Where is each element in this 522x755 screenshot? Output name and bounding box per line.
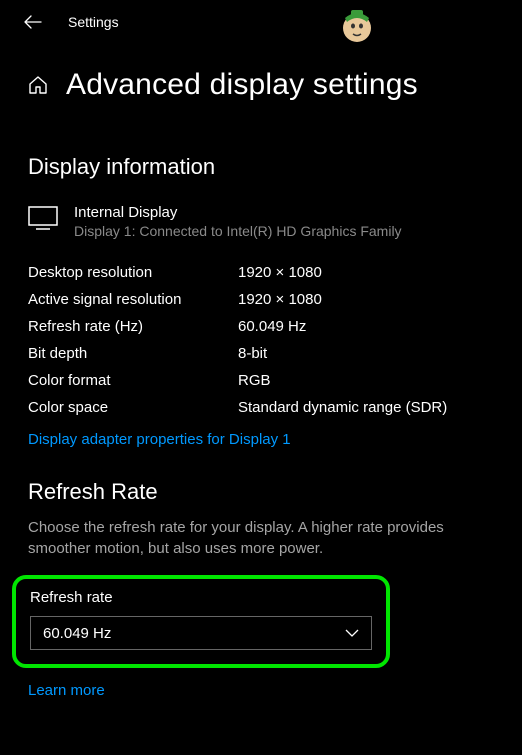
chevron-down-icon [345, 629, 359, 637]
prop-value: 1920 × 1080 [238, 264, 322, 281]
table-row: Color format RGB [28, 367, 498, 394]
prop-value: Standard dynamic range (SDR) [238, 399, 447, 416]
prop-label: Color format [28, 372, 238, 389]
prop-label: Bit depth [28, 345, 238, 362]
prop-label: Desktop resolution [28, 264, 238, 281]
back-button[interactable] [24, 15, 42, 29]
prop-label: Refresh rate (Hz) [28, 318, 238, 335]
refresh-rate-heading: Refresh Rate [28, 479, 498, 505]
refresh-rate-label: Refresh rate [30, 589, 372, 606]
table-row: Active signal resolution 1920 × 1080 [28, 286, 498, 313]
page-title: Advanced display settings [66, 68, 418, 102]
prop-label: Color space [28, 399, 238, 416]
refresh-description: Choose the refresh rate for your display… [28, 517, 498, 559]
table-row: Color space Standard dynamic range (SDR) [28, 394, 498, 421]
header-title: Settings [68, 14, 119, 30]
prop-value: 1920 × 1080 [238, 291, 322, 308]
display-name: Internal Display [74, 204, 402, 221]
display-sub: Display 1: Connected to Intel(R) HD Grap… [74, 223, 402, 239]
table-row: Refresh rate (Hz) 60.049 Hz [28, 313, 498, 340]
adapter-properties-link[interactable]: Display adapter properties for Display 1 [28, 431, 291, 448]
property-table: Desktop resolution 1920 × 1080 Active si… [28, 259, 498, 421]
prop-value: 60.049 Hz [238, 318, 306, 335]
arrow-left-icon [24, 15, 42, 29]
table-row: Desktop resolution 1920 × 1080 [28, 259, 498, 286]
prop-value: RGB [238, 372, 271, 389]
refresh-rate-dropdown[interactable]: 60.049 Hz [30, 616, 372, 650]
highlight-annotation: Refresh rate 60.049 Hz [12, 575, 390, 668]
table-row: Bit depth 8-bit [28, 340, 498, 367]
dropdown-value: 60.049 Hz [43, 625, 111, 642]
monitor-icon [28, 206, 58, 235]
home-icon[interactable] [28, 75, 48, 95]
prop-label: Active signal resolution [28, 291, 238, 308]
prop-value: 8-bit [238, 345, 267, 362]
avatar [335, 4, 379, 48]
display-info-heading: Display information [28, 154, 498, 180]
learn-more-link[interactable]: Learn more [28, 682, 105, 699]
